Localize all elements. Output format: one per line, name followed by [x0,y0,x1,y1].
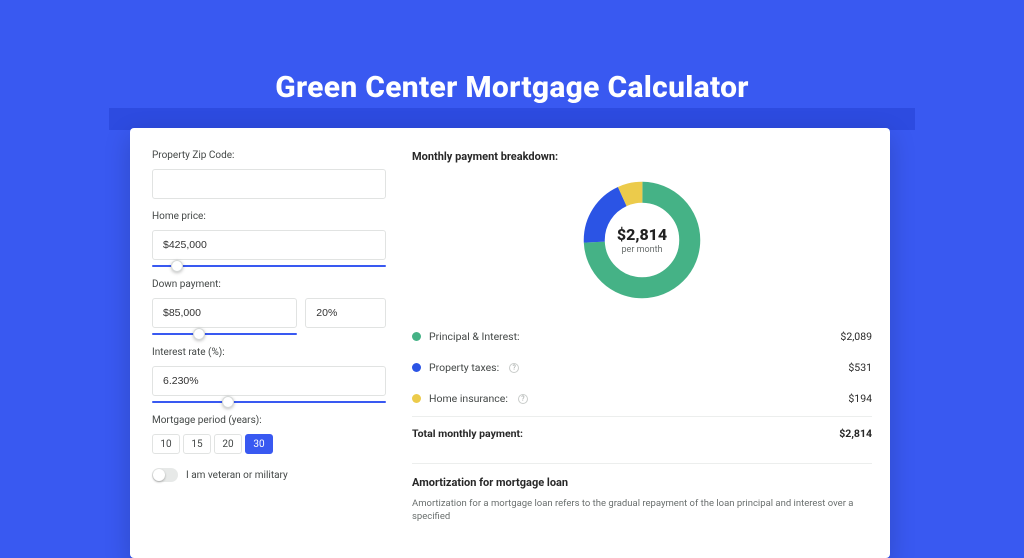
period-label: Mortgage period (years): [152,415,386,426]
value-insurance: $194 [848,392,872,405]
donut-center: $2,814 per month [617,225,667,255]
home-price-label: Home price: [152,211,386,222]
dot-principal [412,332,421,341]
period-btn-15[interactable]: 15 [183,434,211,454]
period-btn-20[interactable]: 20 [214,434,242,454]
dot-taxes [412,363,421,372]
zip-group: Property Zip Code: [152,150,386,199]
home-price-slider-thumb[interactable] [171,260,183,272]
row-taxes: Property taxes: ? $531 [412,352,872,383]
donut-sub: per month [617,245,667,255]
interest-group: Interest rate (%): [152,347,386,403]
veteran-toggle[interactable] [152,468,178,482]
value-taxes: $531 [848,361,872,374]
period-group: Mortgage period (years): 10 15 20 30 [152,415,386,454]
veteran-row: I am veteran or military [152,468,386,482]
inputs-panel: Property Zip Code: Home price: Down paym… [130,128,400,558]
value-principal: $2,089 [840,330,872,343]
backdrop-band [109,108,915,130]
home-price-group: Home price: [152,211,386,267]
dot-insurance [412,394,421,403]
amortization-box: Amortization for mortgage loan Amortizat… [412,463,872,524]
value-total: $2,814 [839,427,872,440]
zip-input[interactable] [152,169,386,199]
row-insurance: Home insurance: ? $194 [412,383,872,414]
home-price-slider[interactable] [152,265,386,267]
label-insurance: Home insurance: [429,392,508,405]
period-btn-30[interactable]: 30 [245,434,273,454]
label-principal: Principal & Interest: [429,330,520,343]
interest-slider[interactable] [152,401,386,403]
home-price-input[interactable] [152,230,386,260]
period-btn-10[interactable]: 10 [152,434,180,454]
down-payment-input[interactable] [152,298,297,328]
donut-amount: $2,814 [617,225,667,244]
period-buttons: 10 15 20 30 [152,434,386,454]
row-total: Total monthly payment: $2,814 [412,416,872,449]
amortization-text: Amortization for a mortgage loan refers … [412,497,872,524]
label-total: Total monthly payment: [412,427,523,440]
label-taxes: Property taxes: [429,361,499,374]
help-icon[interactable]: ? [509,363,519,373]
veteran-toggle-knob [153,469,165,481]
interest-input[interactable] [152,366,386,396]
breakdown-heading: Monthly payment breakdown: [412,150,872,163]
page-title: Green Center Mortgage Calculator [0,70,1024,105]
down-payment-pct-input[interactable] [305,298,386,328]
donut-chart: $2,814 per month [412,177,872,303]
veteran-label: I am veteran or military [186,470,288,481]
row-principal: Principal & Interest: $2,089 [412,321,872,352]
help-icon[interactable]: ? [518,394,528,404]
down-payment-label: Down payment: [152,279,386,290]
interest-slider-thumb[interactable] [222,396,234,408]
amortization-title: Amortization for mortgage loan [412,476,872,489]
down-payment-slider-thumb[interactable] [193,328,205,340]
zip-label: Property Zip Code: [152,150,386,161]
down-payment-slider[interactable] [152,333,297,335]
down-payment-group: Down payment: [152,279,386,335]
breakdown-panel: Monthly payment breakdown: $2,814 per mo… [400,128,890,558]
interest-label: Interest rate (%): [152,347,386,358]
calculator-card: Property Zip Code: Home price: Down paym… [130,128,890,558]
